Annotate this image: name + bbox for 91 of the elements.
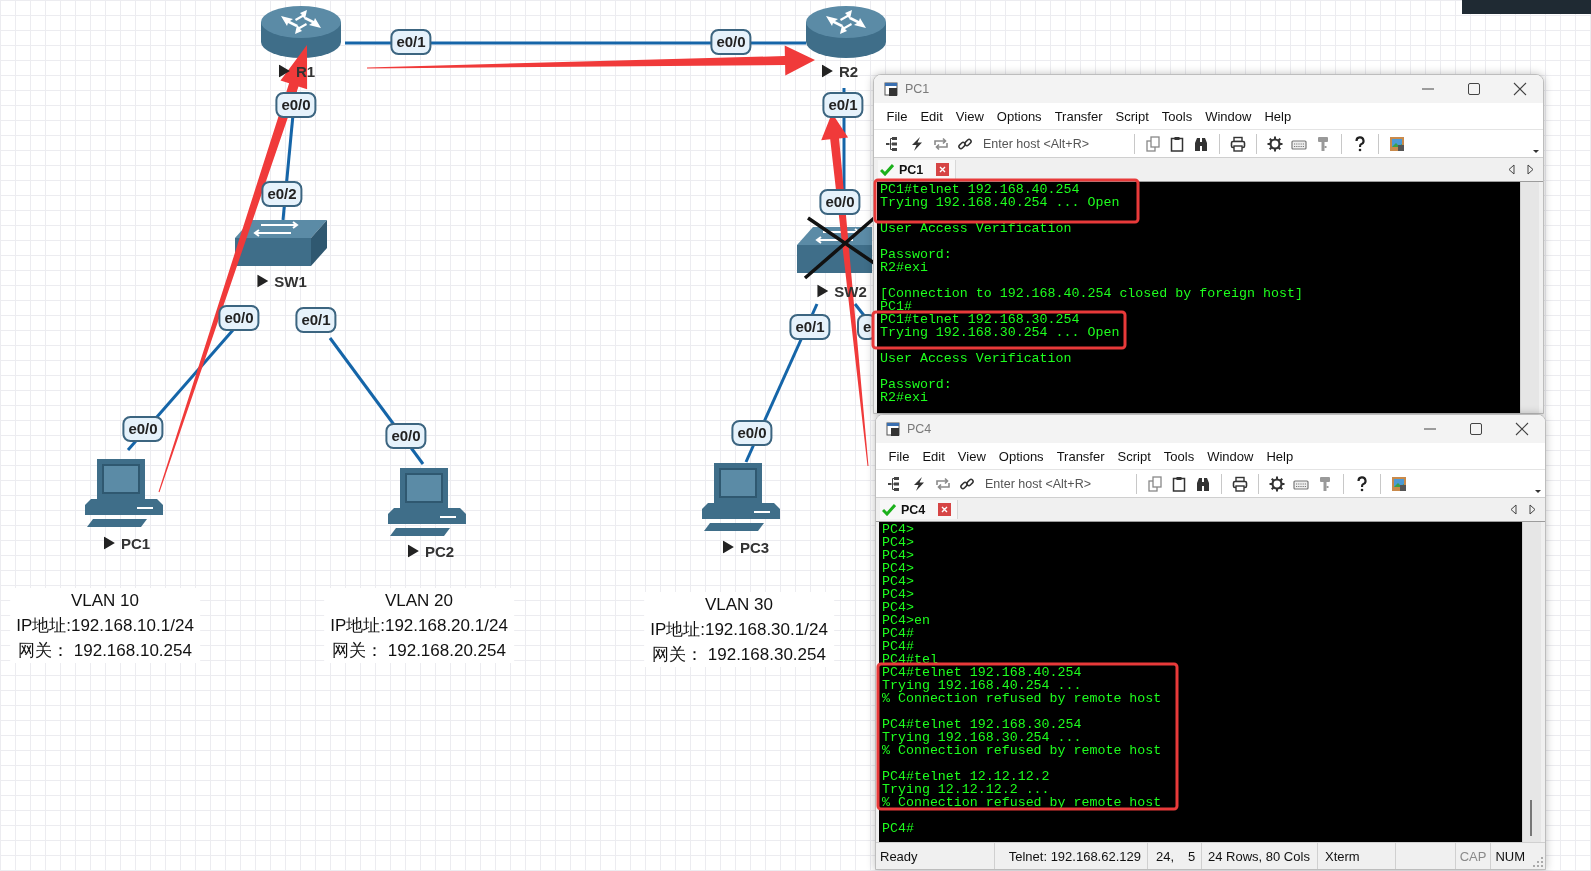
menu-item[interactable]: Edit <box>915 448 952 464</box>
note-line: VLAN 20 <box>384 590 453 612</box>
terminal-line: Trying 192.168.30.254 ... Open <box>880 326 1121 339</box>
terminal-line: % Connection refused by remote host <box>882 744 1163 757</box>
note-line: 网关： 192.168.30.254 <box>652 644 826 666</box>
cursor-row: 24, <box>1156 848 1175 864</box>
menu-item[interactable]: Transfer <box>1048 108 1110 124</box>
terminal-line: PC4#telnet 192.168.30.254 <box>882 718 1083 731</box>
port-label: e0/0 <box>122 416 164 442</box>
terminal-line: [Connection to 192.168.40.254 closed by foreign host] <box>880 287 1304 300</box>
menu-item[interactable]: Window <box>1198 108 1258 124</box>
terminal-line: Password: <box>880 248 953 261</box>
menu-item[interactable]: Options <box>992 448 1051 464</box>
terminal-line: R2#exi <box>880 261 929 274</box>
terminal-line: PC4> <box>882 549 915 562</box>
note-line: IP地址:192.168.10.1/24 <box>16 615 194 637</box>
port-label: e0/1 <box>822 92 864 118</box>
terminal-line: Trying 192.168.30.254 ... <box>882 731 1083 744</box>
tab[interactable]: PC1 <box>878 160 957 179</box>
menu-item[interactable]: File <box>882 448 916 464</box>
terminal-line: % Connection refused by remote host <box>882 796 1163 809</box>
menu-item[interactable]: Window <box>1200 448 1260 464</box>
emulation-type: Xterm <box>1325 848 1360 864</box>
terminal-line: PC4> <box>882 536 915 549</box>
terminal-line: PC1#telnet 192.168.30.254 <box>880 313 1081 326</box>
menu-item[interactable]: Help <box>1257 108 1298 124</box>
tab[interactable]: PC4 <box>880 500 959 519</box>
menu-item[interactable]: Tools <box>1155 108 1199 124</box>
menu-item[interactable]: Edit <box>913 108 950 124</box>
menu-item[interactable]: View <box>949 108 991 124</box>
note-line: 网关： 192.168.10.254 <box>18 640 192 662</box>
menu-item[interactable]: Options <box>990 108 1049 124</box>
port-label: e0/0 <box>819 189 861 215</box>
terminal-line: User Access Verification <box>880 222 1073 235</box>
terminal-line: User Access Verification <box>880 352 1073 365</box>
menu-item[interactable]: File <box>880 108 914 124</box>
port-label: e0/2 <box>261 181 303 207</box>
host-field[interactable]: Enter host <Alt+R> <box>983 136 1118 151</box>
port-label: e0/0 <box>710 29 752 55</box>
terminal-size: 24 Rows, 80 Cols <box>1208 848 1310 864</box>
status-text: Ready <box>880 848 918 864</box>
terminal-line: Trying 192.168.40.254 ... Open <box>880 196 1121 209</box>
note-line: IP地址:192.168.20.1/24 <box>330 615 508 637</box>
menu-item[interactable]: Script <box>1109 108 1156 124</box>
port-label: e0/0 <box>385 423 427 449</box>
terminal-line: PC4#tel <box>882 653 939 666</box>
node-label: PC2 <box>424 542 455 560</box>
port-label: e0/0 <box>218 305 260 331</box>
terminal-line: PC4# <box>882 640 915 653</box>
key-indicator: NUM <box>1490 843 1529 869</box>
port-label: e0/0 <box>275 92 317 118</box>
terminal-line: Trying 12.12.12.2 ... <box>882 783 1051 796</box>
note-line: 网关： 192.168.20.254 <box>332 640 506 662</box>
terminal-line: Password: <box>880 378 953 391</box>
note-line: VLAN 30 <box>704 594 773 616</box>
window-title: PC1 <box>905 82 930 96</box>
port-label: e0/0 <box>731 420 773 446</box>
menu-item[interactable]: Help <box>1259 448 1300 464</box>
port-label: e0/1 <box>789 314 831 340</box>
cursor-column: 5 <box>1188 848 1196 864</box>
terminal-line: PC4> <box>882 601 915 614</box>
terminal-line: R2#exi <box>880 391 929 404</box>
note-line: IP地址:192.168.30.1/24 <box>650 619 828 641</box>
terminal-line: PC4>en <box>882 614 931 627</box>
terminal-line: PC1#telnet 192.168.40.254 <box>880 183 1081 196</box>
menu-item[interactable]: View <box>951 448 993 464</box>
menu-item[interactable]: Script <box>1111 448 1158 464</box>
node-label: PC1 <box>120 534 151 552</box>
port-label: e0/1 <box>390 29 432 55</box>
host-field[interactable]: Enter host <Alt+R> <box>985 476 1120 491</box>
terminal-line: PC4# <box>882 822 915 835</box>
key-indicator: CAP <box>1454 843 1491 869</box>
terminal-line: PC4> <box>882 562 915 575</box>
node-label: PC3 <box>739 538 770 556</box>
menu-item[interactable]: Transfer <box>1050 448 1112 464</box>
terminal-line: PC4> <box>882 575 915 588</box>
note-line: VLAN 10 <box>70 590 139 612</box>
terminal-line: PC4#telnet 12.12.12.2 <box>882 770 1051 783</box>
terminal-line: % Connection refused by remote host <box>882 692 1163 705</box>
terminal-line: Trying 192.168.40.254 ... <box>882 679 1083 692</box>
port-label: e0/1 <box>295 307 337 333</box>
node-label: SW1 <box>274 272 307 290</box>
terminal-line: PC4> <box>882 588 915 601</box>
terminal-line: PC4# <box>882 627 915 640</box>
terminal-line: PC4> <box>882 523 915 536</box>
node-label: R2 <box>838 62 859 80</box>
window-title: PC4 <box>907 422 932 436</box>
terminal-line: PC4#telnet 192.168.40.254 <box>882 666 1083 679</box>
connection-info: Telnet: 192.168.62.129 <box>1008 848 1141 864</box>
menu-item[interactable]: Tools <box>1157 448 1201 464</box>
terminal-line: PC1# <box>880 300 912 313</box>
